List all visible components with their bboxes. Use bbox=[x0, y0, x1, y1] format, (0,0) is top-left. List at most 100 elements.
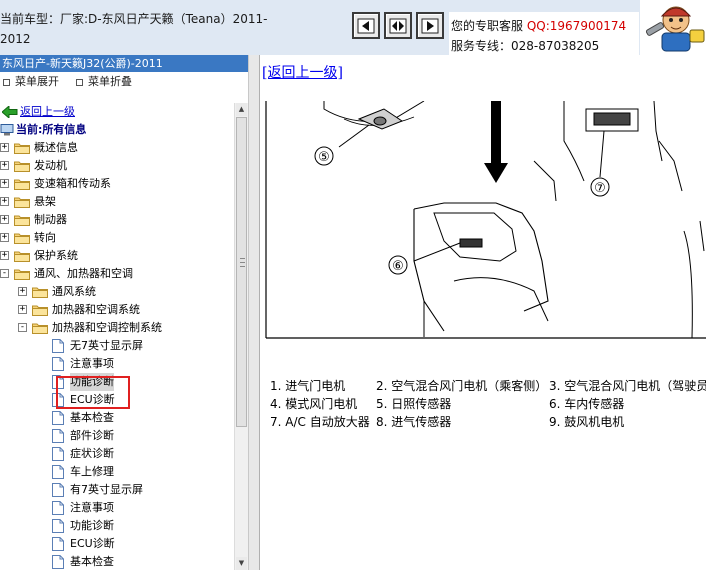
legend-item-4: 4. 模式风门电机 bbox=[270, 397, 358, 411]
tree-leaf-item[interactable]: 症状诊断 bbox=[0, 445, 234, 463]
expand-icon[interactable]: + bbox=[0, 215, 9, 224]
expand-icon[interactable]: + bbox=[0, 251, 9, 260]
tree-category[interactable]: + 保护系统 bbox=[0, 247, 234, 265]
support-qq-link[interactable]: QQ:1967900174 bbox=[527, 19, 626, 33]
document-icon bbox=[52, 519, 64, 533]
sidebar-scrollbar[interactable]: ▲ ▼ bbox=[234, 103, 248, 570]
tree-item-label: 概述信息 bbox=[34, 141, 78, 154]
expand-all-button[interactable]: 菜单展开 bbox=[3, 73, 59, 91]
tree-leaf-item[interactable]: 无7英寸显示屏 bbox=[0, 337, 234, 355]
document-icon bbox=[52, 357, 64, 371]
document-icon bbox=[52, 465, 64, 479]
legend-item-8: 8. 进气传感器 bbox=[376, 415, 452, 429]
tree-item-label: 保护系统 bbox=[34, 249, 78, 262]
tree-item-label: 转向 bbox=[34, 231, 56, 244]
content-pane: [返回上一级] ⑤ ⑦ ⑥ 1. 进气门电机 2. 空气混合风门电机（乘客侧） … bbox=[260, 55, 706, 570]
tree-category[interactable]: + 发动机 bbox=[0, 157, 234, 175]
expand-icon[interactable]: + bbox=[0, 197, 9, 206]
collapse-all-button[interactable]: 菜单折叠 bbox=[76, 73, 132, 91]
folder-icon bbox=[14, 214, 30, 226]
expand-icon bbox=[389, 18, 407, 33]
tree-item-label: 制动器 bbox=[34, 213, 67, 226]
tree-leaf-item[interactable]: 基本检查 bbox=[0, 409, 234, 427]
tree-item-label: 返回上一级 bbox=[20, 105, 75, 118]
scroll-up-icon[interactable]: ▲ bbox=[236, 103, 247, 116]
back-arrow-icon bbox=[1, 104, 18, 120]
folder-icon bbox=[14, 160, 30, 172]
tree-leaf-item[interactable]: 车上修理 bbox=[0, 463, 234, 481]
document-icon bbox=[52, 555, 64, 569]
folder-icon bbox=[14, 142, 30, 154]
grip-icon bbox=[240, 258, 245, 267]
tree-item-label: 无7英寸显示屏 bbox=[70, 339, 143, 352]
tree-leaf-item[interactable]: 部件诊断 bbox=[0, 427, 234, 445]
tree-category[interactable]: + 悬架 bbox=[0, 193, 234, 211]
tree-category[interactable]: + 变速箱和传动系 bbox=[0, 175, 234, 193]
expand-icon[interactable]: + bbox=[18, 287, 27, 296]
back-link[interactable]: [返回上一级] bbox=[262, 62, 343, 82]
tree-category[interactable]: + 制动器 bbox=[0, 211, 234, 229]
expand-icon[interactable]: + bbox=[0, 233, 9, 242]
callout-6: ⑥ bbox=[392, 259, 404, 274]
expand-button[interactable] bbox=[384, 12, 412, 39]
collapse-icon[interactable]: - bbox=[18, 323, 27, 332]
sidebar: 东风日产-新天籁J32(公爵)-2011 菜单展开 菜单折叠 返回上一级当前:所… bbox=[0, 55, 248, 570]
document-icon bbox=[52, 483, 64, 497]
tree-leaf-item[interactable]: 功能诊断 bbox=[0, 517, 234, 535]
tree-item-label: 基本检查 bbox=[70, 555, 114, 568]
tree-category[interactable]: - 通风、加热器和空调 bbox=[0, 265, 234, 283]
tree-item-label: 通风系统 bbox=[52, 285, 96, 298]
tree-subcategory[interactable]: + 加热器和空调系统 bbox=[0, 301, 234, 319]
tree-item-label: 部件诊断 bbox=[70, 429, 114, 442]
tree-item-label: 症状诊断 bbox=[70, 447, 114, 460]
navigation-tree: 返回上一级 当前:所有信息 + 概述信息 + 发动机 + 变速箱和传动系 + 悬架 + 制动器 + 转向 +… bbox=[0, 103, 234, 570]
scroll-down-icon[interactable]: ▼ bbox=[236, 557, 247, 570]
document-icon bbox=[52, 411, 64, 425]
support-label: 您的专职客服 bbox=[451, 19, 524, 33]
mascot-logo bbox=[640, 0, 706, 55]
folder-icon bbox=[14, 178, 30, 190]
tree-item-label: 功能诊断 bbox=[70, 519, 114, 532]
next-button[interactable] bbox=[416, 12, 444, 39]
tree-subcategory[interactable]: + 通风系统 bbox=[0, 283, 234, 301]
tree-back-link[interactable]: 返回上一级 bbox=[0, 103, 234, 121]
expand-icon[interactable]: + bbox=[18, 305, 27, 314]
vehicle-title-line1: 当前车型：厂家:D-东风日产天籁（Teana）2011- bbox=[0, 12, 268, 26]
prev-icon bbox=[357, 18, 375, 33]
selection-highlight-box bbox=[56, 376, 130, 409]
tree-leaf-item[interactable]: 基本检查 bbox=[0, 553, 234, 570]
tree-item-label: 注意事项 bbox=[70, 501, 114, 514]
document-icon bbox=[52, 447, 64, 461]
tree-current-all[interactable]: 当前:所有信息 bbox=[0, 121, 234, 139]
folder-icon bbox=[32, 322, 48, 334]
callout-5: ⑤ bbox=[318, 150, 330, 165]
collapse-icon[interactable]: - bbox=[0, 269, 9, 278]
expand-icon[interactable]: + bbox=[0, 143, 9, 152]
folder-icon bbox=[14, 268, 30, 280]
legend-item-3: 3. 空气混合风门电机（驾驶员侧） bbox=[549, 379, 706, 393]
folder-icon bbox=[14, 196, 30, 208]
document-icon bbox=[52, 429, 64, 443]
tree-category[interactable]: + 概述信息 bbox=[0, 139, 234, 157]
tree-subcategory[interactable]: - 加热器和空调控制系统 bbox=[0, 319, 234, 337]
callout-7: ⑦ bbox=[594, 181, 606, 196]
tree-category[interactable]: + 转向 bbox=[0, 229, 234, 247]
expand-all-icon bbox=[3, 78, 10, 86]
expand-icon[interactable]: + bbox=[0, 179, 9, 188]
header-bar: 当前车型：厂家:D-东风日产天籁（Teana）2011- 2012 您的专职客服… bbox=[0, 0, 706, 55]
scrollbar-thumb[interactable] bbox=[236, 117, 247, 427]
legend-item-9: 9. 鼓风机电机 bbox=[549, 415, 625, 429]
document-icon bbox=[52, 501, 64, 515]
tree-leaf-item[interactable]: 注意事项 bbox=[0, 499, 234, 517]
tree-item-label: ECU诊断 bbox=[70, 537, 115, 550]
legend-item-6: 6. 车内传感器 bbox=[549, 397, 625, 411]
support-phone: 服务专线：028-87038205 bbox=[451, 39, 600, 53]
sidebar-title: 东风日产-新天籁J32(公爵)-2011 bbox=[0, 55, 248, 72]
pane-splitter[interactable] bbox=[248, 55, 260, 570]
tree-leaf-item[interactable]: 注意事项 bbox=[0, 355, 234, 373]
tree-leaf-item[interactable]: ECU诊断 bbox=[0, 535, 234, 553]
prev-button[interactable] bbox=[352, 12, 380, 39]
tree-item-label: 变速箱和传动系 bbox=[34, 177, 111, 190]
tree-leaf-item[interactable]: 有7英寸显示屏 bbox=[0, 481, 234, 499]
expand-icon[interactable]: + bbox=[0, 161, 9, 170]
